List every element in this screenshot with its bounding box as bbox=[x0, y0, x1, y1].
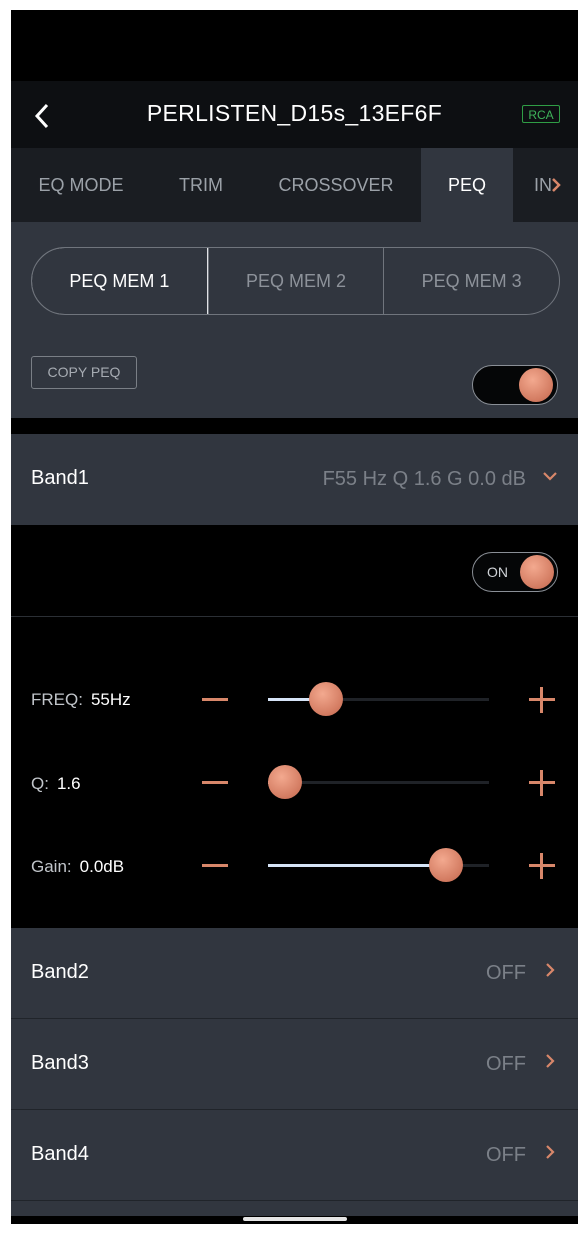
toggle-knob bbox=[519, 368, 553, 402]
freq-decrease-button[interactable] bbox=[202, 698, 228, 701]
chevron-right-icon bbox=[546, 1145, 555, 1159]
q-increase-button[interactable] bbox=[529, 770, 555, 796]
band4-status: OFF bbox=[486, 1144, 526, 1166]
slider-thumb[interactable] bbox=[309, 682, 344, 716]
band2-status: OFF bbox=[486, 962, 526, 984]
tab-bar: EQ MODE TRIM CROSSOVER PEQ IN bbox=[11, 148, 578, 222]
band1-summary: F55 Hz Q 1.6 G 0.0 dB bbox=[322, 468, 526, 490]
peq-memory-panel: PEQ MEM 1 PEQ MEM 2 PEQ MEM 3 COPY PEQ bbox=[11, 222, 578, 418]
memory-segmented-control: PEQ MEM 1 PEQ MEM 2 PEQ MEM 3 bbox=[31, 247, 560, 315]
chevron-down-icon bbox=[543, 472, 557, 481]
tab-scroll-button[interactable] bbox=[544, 173, 568, 197]
gain-label: Gain: 0.0dB bbox=[31, 857, 124, 877]
freq-increase-button[interactable] bbox=[529, 687, 555, 713]
toggle-label: ON bbox=[487, 564, 508, 580]
tab-trim[interactable]: TRIM bbox=[151, 148, 251, 222]
band1-on-toggle[interactable]: ON bbox=[472, 552, 558, 592]
band2-name: Band2 bbox=[31, 961, 89, 983]
q-label: Q: 1.6 bbox=[31, 774, 81, 794]
tab-crossover[interactable]: CROSSOVER bbox=[251, 148, 421, 222]
q-decrease-button[interactable] bbox=[202, 781, 228, 784]
gain-label-text: Gain: bbox=[31, 857, 72, 876]
gain-slider[interactable] bbox=[268, 848, 489, 882]
memory-3-button[interactable]: PEQ MEM 3 bbox=[383, 248, 559, 314]
gain-value: 0.0dB bbox=[79, 857, 125, 876]
home-indicator[interactable] bbox=[243, 1217, 347, 1221]
freq-slider[interactable] bbox=[268, 682, 489, 716]
input-badge: RCA bbox=[522, 105, 560, 123]
band3-row[interactable]: Band3 OFF bbox=[11, 1019, 578, 1110]
freq-label-text: FREQ: bbox=[31, 690, 83, 709]
band4-row[interactable]: Band4 OFF bbox=[11, 1110, 578, 1201]
copy-peq-button[interactable]: COPY PEQ bbox=[31, 356, 137, 389]
peq-enable-toggle[interactable] bbox=[472, 365, 558, 405]
memory-1-button[interactable]: PEQ MEM 1 bbox=[32, 248, 208, 314]
app-header: PERLISTEN_D15s_13EF6F RCA bbox=[11, 81, 578, 148]
gain-decrease-button[interactable] bbox=[202, 864, 228, 867]
band4-name: Band4 bbox=[31, 1143, 89, 1165]
tab-eq-mode[interactable]: EQ MODE bbox=[11, 148, 151, 222]
slider-thumb[interactable] bbox=[428, 848, 463, 882]
slider-thumb[interactable] bbox=[268, 765, 302, 799]
chevron-right-icon bbox=[552, 178, 561, 192]
phone-screen: PERLISTEN_D15s_13EF6F RCA EQ MODE TRIM C… bbox=[11, 10, 578, 1224]
chevron-right-icon bbox=[546, 1054, 555, 1068]
tab-peq[interactable]: PEQ bbox=[421, 148, 513, 222]
device-title: PERLISTEN_D15s_13EF6F bbox=[146, 100, 443, 126]
band3-name: Band3 bbox=[31, 1052, 89, 1074]
memory-2-button[interactable]: PEQ MEM 2 bbox=[207, 248, 384, 314]
band1-editor: ON FREQ: 55Hz Q: 1.6 Gain: 0.0dB bbox=[11, 525, 578, 928]
chevron-right-icon bbox=[546, 963, 555, 977]
freq-label: FREQ: 55Hz bbox=[31, 690, 131, 710]
band2-row[interactable]: Band2 OFF bbox=[11, 928, 578, 1019]
toggle-knob bbox=[520, 555, 554, 589]
freq-value: 55Hz bbox=[90, 690, 131, 709]
band1-name: Band1 bbox=[31, 467, 89, 489]
divider bbox=[11, 616, 578, 617]
band1-header[interactable]: Band1 F55 Hz Q 1.6 G 0.0 dB bbox=[11, 434, 578, 525]
gain-increase-button[interactable] bbox=[529, 853, 555, 879]
q-value: 1.6 bbox=[56, 774, 81, 793]
q-slider[interactable] bbox=[268, 765, 489, 799]
slider-fill bbox=[268, 864, 446, 867]
q-label-text: Q: bbox=[31, 774, 49, 793]
band3-status: OFF bbox=[486, 1053, 526, 1075]
